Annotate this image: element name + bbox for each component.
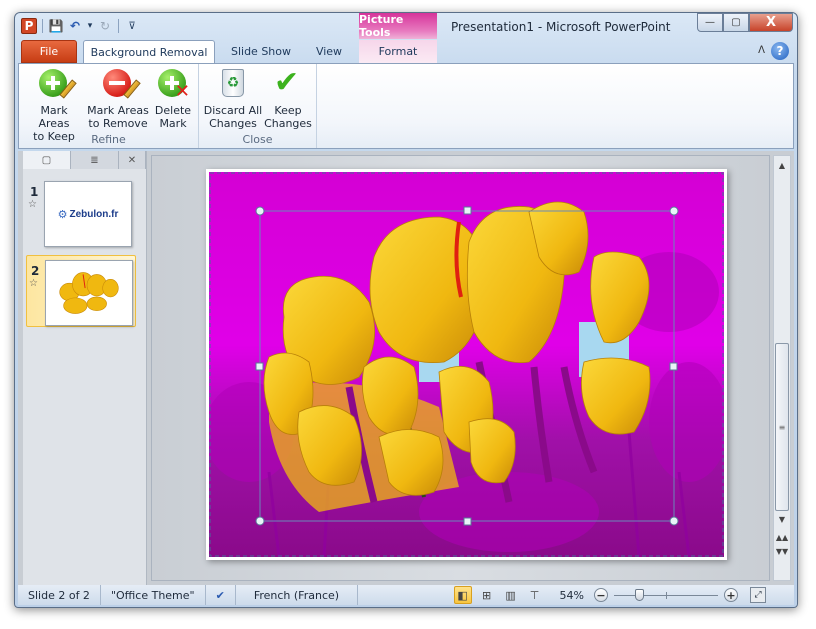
help-icon[interactable]: ? (771, 42, 789, 60)
status-bar: Slide 2 of 2 "Office Theme" ✔ French (Fr… (18, 585, 794, 605)
minimize-button[interactable]: — (697, 13, 723, 32)
slides-tab-icon[interactable]: ▢ (23, 151, 71, 169)
tab-background-removal[interactable]: Background Removal (83, 40, 215, 64)
zebulon-logo-icon: ⚙ (57, 207, 68, 221)
scroll-thumb[interactable]: ≡ (775, 343, 789, 511)
workspace: ▢ ≣ ✕ 1 ☆ ⚙ Zebulon.fr 2 ☆ ▲ ≡ ▼ ▲▲ ▼▼ (18, 151, 794, 585)
undo-dropdown-icon[interactable]: ▾ (86, 18, 94, 34)
slide-thumbnail-1[interactable]: 1 ☆ ⚙ Zebulon.fr (26, 177, 136, 249)
button-label: to Remove (88, 117, 148, 130)
next-slide-icon[interactable]: ▼▼ (774, 544, 790, 558)
tulips-thumbnail-image (59, 272, 119, 314)
redo-icon[interactable]: ↻ (97, 18, 113, 34)
slide-number: 2 (31, 264, 40, 278)
title-bar: P 💾 ↶ ▾ ↻ ⊽ Picture Tools Presentation1 … (15, 13, 797, 41)
window-controls: — ▢ X (697, 13, 793, 32)
tab-file[interactable]: File (21, 40, 77, 63)
recycle-bin-icon: ♻ (216, 67, 250, 101)
mark-keep-icon (37, 67, 77, 101)
mark-areas-to-keep-button[interactable]: Mark Areas to Keep (25, 67, 83, 143)
customize-qat-icon[interactable]: ⊽ (124, 18, 140, 34)
ribbon: Mark Areas to Keep Mark Areas to Remove … (18, 63, 794, 149)
language-indicator[interactable]: French (France) (236, 585, 359, 605)
save-icon[interactable]: 💾 (48, 18, 64, 34)
ribbon-tabs: File Background Removal Slide Show View … (15, 40, 797, 64)
keep-changes-button[interactable]: ✔ Keep Changes (263, 65, 313, 131)
button-label: Mark Areas (87, 104, 149, 117)
tab-slide-show[interactable]: Slide Show (221, 40, 301, 63)
button-label: Changes (264, 117, 312, 130)
group-label-close: Close (242, 133, 273, 146)
picture-tools-context-header: Picture Tools (359, 13, 437, 39)
slide-canvas[interactable] (206, 169, 727, 560)
zoom-level[interactable]: 54% (560, 589, 584, 602)
checkmark-icon: ✔ (274, 65, 300, 100)
button-label: Keep (274, 104, 302, 117)
qat-separator (118, 19, 119, 33)
minimize-ribbon-icon[interactable]: ᐱ (758, 45, 765, 56)
transition-star-icon: ☆ (29, 278, 38, 289)
button-label: Delete (154, 104, 192, 117)
vertical-scrollbar[interactable]: ▲ ≡ ▼ ▲▲ ▼▼ (773, 155, 791, 581)
zoom-out-icon[interactable]: − (594, 588, 608, 602)
tulip-picture-background-removal[interactable] (209, 172, 724, 557)
mark-remove-icon (101, 67, 141, 101)
status-bar-right: ◧ ⊞ ▥ ⊤ 54% − + ⤢ (453, 585, 766, 605)
slide-preview-tulips (45, 260, 133, 326)
tab-format[interactable]: Format (359, 40, 437, 63)
previous-slide-icon[interactable]: ▲▲ (774, 530, 790, 544)
button-label: Discard All (203, 104, 263, 117)
slide-sorter-icon[interactable]: ⊞ (478, 586, 496, 604)
undo-icon[interactable]: ↶ (67, 18, 83, 34)
reading-view-icon[interactable]: ▥ (502, 586, 520, 604)
mark-areas-to-remove-button[interactable]: Mark Areas to Remove (87, 67, 149, 130)
scroll-up-icon[interactable]: ▲ (774, 158, 790, 172)
fit-to-window-icon[interactable]: ⤢ (750, 587, 766, 603)
ribbon-group-close: ♻ Discard All Changes ✔ Keep Changes Clo… (199, 64, 317, 148)
slide-preview: ⚙ Zebulon.fr (44, 181, 132, 247)
quick-access-toolbar: P 💾 ↶ ▾ ↻ ⊽ (21, 18, 140, 34)
slide-number: 1 (30, 185, 39, 199)
button-label: Mark Areas (38, 104, 70, 130)
outline-tab-icon[interactable]: ≣ (71, 151, 119, 169)
window-title: Presentation1 - Microsoft PowerPoint (451, 20, 671, 34)
scroll-down-icon[interactable]: ▼ (774, 512, 790, 526)
delete-mark-icon: ✕ (156, 67, 190, 101)
zoom-slider-knob[interactable] (635, 589, 645, 601)
delete-mark-button[interactable]: ✕ Delete Mark (153, 67, 193, 130)
slide-thumbnail-2[interactable]: 2 ☆ (26, 255, 136, 327)
zebulon-logo-text: Zebulon.fr (69, 208, 119, 220)
slide-indicator: Slide 2 of 2 (18, 585, 101, 605)
zoom-slider[interactable] (614, 588, 718, 602)
theme-name[interactable]: "Office Theme" (101, 585, 206, 605)
slides-pane: ▢ ≣ ✕ 1 ☆ ⚙ Zebulon.fr 2 ☆ (23, 151, 147, 585)
powerpoint-app-icon[interactable]: P (21, 18, 37, 34)
group-label-refine: Refine (91, 133, 126, 146)
maximize-button[interactable]: ▢ (723, 13, 749, 32)
close-button[interactable]: X (749, 13, 793, 32)
pane-tabs: ▢ ≣ ✕ (23, 151, 146, 169)
qat-separator (42, 19, 43, 33)
button-label: Changes (209, 117, 257, 130)
tab-view[interactable]: View (305, 40, 353, 63)
zoom-in-icon[interactable]: + (724, 588, 738, 602)
powerpoint-window: P 💾 ↶ ▾ ↻ ⊽ Picture Tools Presentation1 … (14, 12, 798, 608)
slideshow-view-icon[interactable]: ⊤ (526, 586, 544, 604)
discard-all-changes-button[interactable]: ♻ Discard All Changes (203, 67, 263, 130)
ribbon-group-refine: Mark Areas to Keep Mark Areas to Remove … (19, 64, 199, 148)
slide-editing-area (151, 155, 770, 581)
button-label: Mark (159, 117, 187, 130)
close-pane-icon[interactable]: ✕ (119, 151, 146, 169)
spell-check-icon[interactable]: ✔ (206, 585, 236, 605)
transition-star-icon: ☆ (28, 199, 37, 210)
normal-view-icon[interactable]: ◧ (453, 586, 472, 604)
